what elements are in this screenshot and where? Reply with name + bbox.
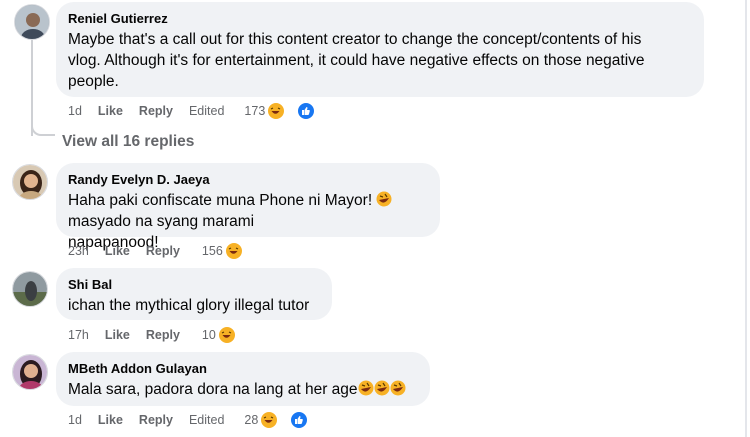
comment-text: Maybe that's a call out for this content… xyxy=(68,31,645,90)
reply-button[interactable]: Reply xyxy=(146,244,180,258)
comment-text: ichan the mythical glory illegal tutor xyxy=(68,297,310,314)
reply-button[interactable]: Reply xyxy=(139,413,173,427)
like-button[interactable]: Like xyxy=(105,328,130,342)
reply-button[interactable]: Reply xyxy=(146,328,180,342)
reaction-summary[interactable]: 156 xyxy=(202,242,259,260)
like-button[interactable]: Like xyxy=(98,104,123,118)
comment-author[interactable]: MBeth Addon Gulayan xyxy=(68,360,418,377)
reaction-count: 28 xyxy=(244,413,259,427)
like-button[interactable]: Like xyxy=(98,413,123,427)
comment-time[interactable]: 1d xyxy=(68,413,82,427)
comment-text: Mala sara, padora dora na lang at her ag… xyxy=(68,379,418,400)
reaction-summary[interactable]: 10 xyxy=(202,326,252,344)
comment-bubble: Reniel Gutierrez Maybe that's a call out… xyxy=(56,2,704,97)
reply-button[interactable]: Reply xyxy=(139,104,173,118)
like-button[interactable]: Like xyxy=(105,244,130,258)
avatar[interactable] xyxy=(12,164,48,200)
reaction-summary[interactable]: 28 xyxy=(244,411,324,429)
like-emoji-icon xyxy=(290,411,309,429)
comment-bubble: MBeth Addon Gulayan Mala sara, padora do… xyxy=(56,352,430,406)
avatar[interactable] xyxy=(14,4,50,40)
haha-emoji-icon xyxy=(224,242,243,260)
haha-emoji-icon xyxy=(267,102,286,120)
rofl-emoji-icon xyxy=(374,380,390,396)
haha-emoji-icon xyxy=(260,411,279,429)
comment-time[interactable]: 17h xyxy=(68,328,89,342)
comment-actions: 1d Like Reply Edited 173 xyxy=(68,101,331,121)
reaction-count: 10 xyxy=(201,328,216,342)
thread-connector-curve xyxy=(31,124,55,136)
panel-edge-divider xyxy=(745,0,747,437)
reaction-count: 156 xyxy=(201,244,223,258)
comment-time[interactable]: 23h xyxy=(68,244,89,258)
reaction-count: 173 xyxy=(244,104,266,118)
thread-connector-line xyxy=(31,40,33,136)
comment-time[interactable]: 1d xyxy=(68,104,82,118)
comment-actions: 23h Like Reply 156 xyxy=(68,241,259,261)
comment-bubble: Shi Bal ichan the mythical glory illegal… xyxy=(56,268,332,320)
comment-actions: 1d Like Reply Edited 28 xyxy=(68,410,324,430)
reaction-summary[interactable]: 173 xyxy=(244,102,331,120)
avatar[interactable] xyxy=(12,354,48,390)
comment-author[interactable]: Reniel Gutierrez xyxy=(68,10,692,27)
view-all-replies-link[interactable]: View all 16 replies xyxy=(62,133,194,151)
comment-actions: 17h Like Reply 10 xyxy=(68,325,252,345)
like-emoji-icon xyxy=(297,102,316,120)
comment-author[interactable]: Shi Bal xyxy=(68,276,320,293)
avatar[interactable] xyxy=(12,271,48,307)
edited-label[interactable]: Edited xyxy=(189,413,224,427)
rofl-emoji-icon xyxy=(358,380,374,396)
edited-label[interactable]: Edited xyxy=(189,104,224,118)
haha-emoji-icon xyxy=(217,326,236,344)
rofl-emoji-icon xyxy=(390,380,406,396)
comment-author[interactable]: Randy Evelyn D. Jaeya xyxy=(68,171,428,188)
comment-bubble: Randy Evelyn D. Jaeya Haha paki confisca… xyxy=(56,163,440,251)
rofl-emoji-icon xyxy=(376,191,392,207)
